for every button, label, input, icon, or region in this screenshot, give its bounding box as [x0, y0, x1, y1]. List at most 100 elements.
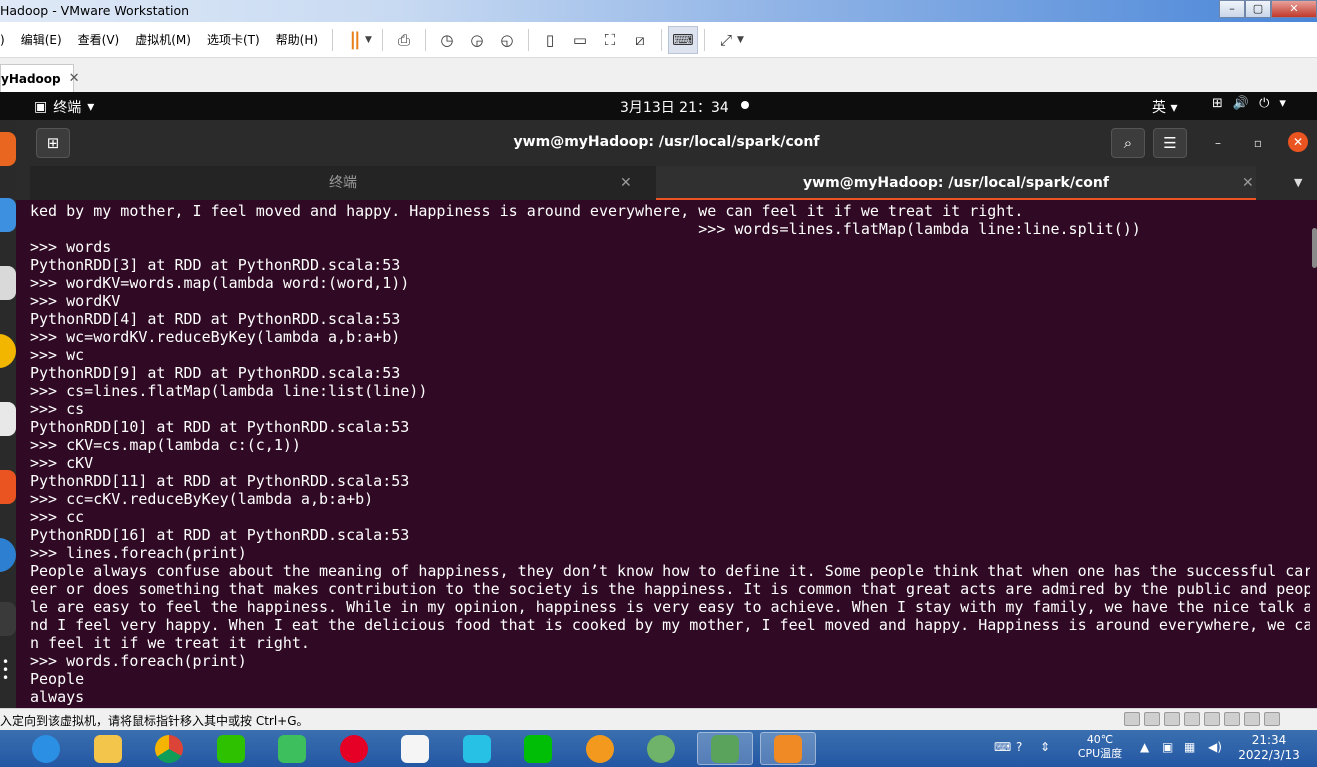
taskbar-youku[interactable]: [572, 732, 628, 765]
menu-help[interactable]: 帮助(H): [268, 31, 326, 48]
search-icon[interactable]: ⌕: [1111, 128, 1145, 158]
taskbar-explorer[interactable]: [80, 732, 136, 765]
taskbar-vmware[interactable]: [760, 732, 816, 765]
close-icon[interactable]: ✕: [1288, 132, 1308, 152]
activities-menu[interactable]: ▣ 终端 ▾: [34, 97, 94, 117]
thumbnail-view-icon[interactable]: ▭: [565, 26, 595, 54]
taskbar-android-studio[interactable]: [633, 732, 689, 765]
taskbar-app-green[interactable]: [264, 732, 320, 765]
terminal-scrollbar[interactable]: [1312, 228, 1317, 268]
chevron-down-icon[interactable]: ▼: [737, 35, 744, 45]
terminal-line: >>> wc: [30, 346, 85, 364]
taskbar-clock[interactable]: 21:34 2022/3/13: [1234, 733, 1304, 763]
revert-snapshot-icon[interactable]: ◶: [462, 26, 492, 54]
taskbar-video[interactable]: [449, 732, 505, 765]
taskbar-netease-music[interactable]: [326, 732, 382, 765]
terminal-line: PythonRDD[11] at RDD at PythonRDD.scala:…: [30, 472, 410, 490]
rhythmbox-icon[interactable]: [0, 334, 16, 368]
taskbar-chrome[interactable]: [141, 732, 197, 765]
unity-icon[interactable]: ⧄: [625, 26, 655, 54]
menu-vm[interactable]: 虚拟机(M): [127, 31, 199, 48]
taskbar-wechat[interactable]: [203, 732, 259, 765]
library-view-icon[interactable]: ▯: [535, 26, 565, 54]
printer-icon[interactable]: [1224, 712, 1240, 726]
usb-icon[interactable]: [1184, 712, 1200, 726]
chevron-down-icon: ▾: [1279, 96, 1286, 111]
display-icon[interactable]: [1244, 712, 1260, 726]
tab-menu-chevron-icon[interactable]: ▼: [1294, 166, 1302, 200]
terminal-output[interactable]: ked by my mother, I feel moved and happy…: [30, 202, 1310, 708]
taskbar-ie[interactable]: [18, 732, 74, 765]
snapshot-manager-icon[interactable]: ◵: [492, 26, 522, 54]
terminal-line: >>> cKV: [30, 454, 94, 472]
cpu-temp-label: CPU温度: [1077, 747, 1123, 760]
device-icon[interactable]: ▣: [1162, 740, 1173, 754]
sound-icon[interactable]: [1204, 712, 1220, 726]
gnome-clock[interactable]: 3月13日 21：34: [620, 97, 729, 117]
show-apps-icon[interactable]: • • •: [2, 656, 9, 684]
close-icon[interactable]: ✕: [620, 166, 632, 200]
files-icon[interactable]: [0, 266, 16, 300]
vm-tab[interactable]: yHadoop ✕: [0, 64, 80, 92]
menu-tabs[interactable]: 选项卡(T): [199, 31, 268, 48]
maximize-button[interactable]: ▢: [1245, 0, 1271, 18]
chrome-icon: [155, 734, 183, 763]
vmware-icon: [774, 734, 802, 763]
cpu-temp[interactable]: 40℃ CPU温度: [1070, 733, 1130, 761]
software-icon[interactable]: [0, 470, 16, 504]
taskbar-iqiyi[interactable]: [510, 732, 566, 765]
network-icon[interactable]: ▦: [1184, 740, 1195, 754]
show-hidden-icons-icon[interactable]: ▲: [1140, 740, 1149, 754]
send-ctrl-alt-del-icon[interactable]: ⎙: [389, 26, 419, 54]
tray-arrows-icon[interactable]: ⇕: [1040, 740, 1050, 754]
tab-spark-conf[interactable]: ywm@myHadoop: /usr/local/spark/conf: [656, 166, 1256, 200]
system-menu[interactable]: ⊞ 🔊 ⏻ ▾: [1212, 96, 1286, 111]
message-icon[interactable]: [1264, 712, 1280, 726]
taskbar-notes[interactable]: [697, 732, 753, 765]
keyboard-icon[interactable]: ⌨: [994, 740, 1011, 754]
network-adapter-icon[interactable]: [1164, 712, 1180, 726]
guest-display[interactable]: ▣ 终端 ▾ 3月13日 21：34 英 ▾ ⊞ 🔊 ⏻ ▾ • • • ⊞ ywm…: [0, 92, 1317, 708]
menu-edit[interactable]: 编辑(E): [13, 31, 70, 48]
clock-time: 21:34: [1251, 733, 1287, 747]
chevron-down-icon[interactable]: ▼: [365, 35, 372, 45]
terminal-line: PythonRDD[3] at RDD at PythonRDD.scala:5…: [30, 256, 401, 274]
youku-icon: [586, 734, 614, 763]
cd-icon[interactable]: [1144, 712, 1160, 726]
vm-tab-strip: yHadoop ✕: [0, 58, 1317, 92]
terminal-line: People: [30, 670, 85, 688]
thunderbird-icon[interactable]: [0, 198, 16, 232]
close-icon[interactable]: ✕: [69, 71, 80, 86]
terminal-app-icon: ▣: [34, 99, 48, 115]
help-icon[interactable]: ?: [1016, 740, 1022, 754]
snapshot-icon[interactable]: ◷: [432, 26, 462, 54]
minimize-button[interactable]: –: [1219, 0, 1245, 18]
fullscreen-icon[interactable]: ⛶: [595, 26, 625, 54]
menu-file-fragment[interactable]: ): [0, 33, 13, 47]
close-icon[interactable]: ✕: [1242, 166, 1254, 200]
terminal-line: >>> wordKV: [30, 292, 121, 310]
close-button[interactable]: ✕: [1271, 0, 1317, 18]
input-method-indicator[interactable]: 英 ▾: [1152, 97, 1177, 117]
tab-terminal[interactable]: 终端: [30, 166, 656, 200]
volume-icon[interactable]: ◀): [1208, 740, 1222, 754]
writer-icon[interactable]: [0, 402, 16, 436]
hamburger-menu-icon[interactable]: ☰: [1153, 128, 1187, 158]
taskbar-file[interactable]: [387, 732, 443, 765]
power-icon: ⏻: [1259, 96, 1270, 111]
menu-view[interactable]: 查看(V): [70, 31, 128, 48]
android-studio-icon: [647, 734, 675, 763]
minimize-icon[interactable]: –: [1208, 133, 1228, 153]
app-icon: [278, 734, 306, 763]
trash-icon[interactable]: [0, 602, 16, 636]
maximize-icon[interactable]: ▫: [1248, 133, 1268, 153]
status-message: 入定向到该虚拟机，请将鼠标指针移入其中或按 Ctrl+G。: [0, 714, 309, 728]
console-view-icon[interactable]: ⌨: [667, 25, 698, 54]
terminal-line: PythonRDD[4] at RDD at PythonRDD.scala:5…: [30, 310, 401, 328]
window-controls: – ▢ ✕: [1219, 0, 1317, 19]
hard-disk-icon[interactable]: [1124, 712, 1140, 726]
iqiyi-icon: [524, 734, 552, 763]
help-icon[interactable]: [0, 538, 16, 572]
firefox-icon[interactable]: [0, 132, 16, 166]
video-player-icon: [463, 734, 491, 763]
